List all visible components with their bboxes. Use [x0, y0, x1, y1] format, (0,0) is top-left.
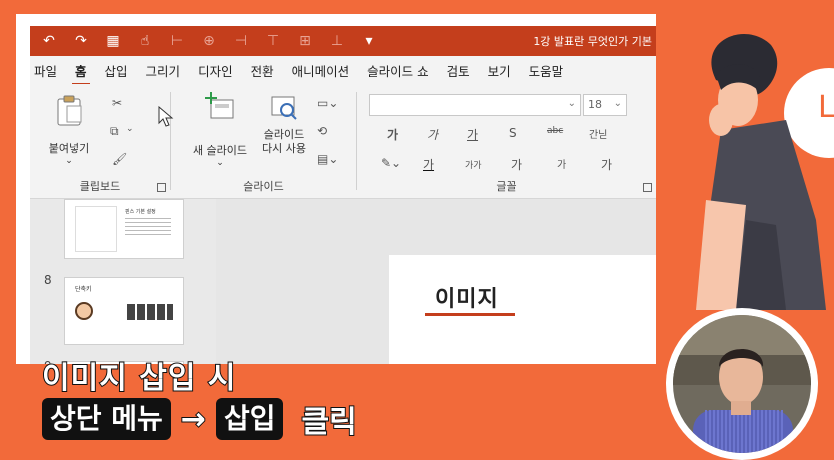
powerpoint-window: ↶ ↷ ▦ ☝ ⊢ ⊕ ⊣ ⊤ ⊞ ⊥ ▾ 1강 발표란 무엇인가 기본 파일 … — [16, 14, 656, 364]
reset-icon[interactable]: ⟲ — [317, 124, 327, 138]
slide-thumbnail-8[interactable]: 단축키 — [64, 277, 184, 345]
format-painter-icon[interactable]: 🖌 — [112, 152, 127, 166]
thumbnail-title: 단축키 — [75, 286, 92, 293]
clear-format-button[interactable]: 가 — [601, 156, 612, 173]
character-spacing-button[interactable]: 간닏 — [589, 126, 607, 141]
chevron-down-icon: ⌄ — [567, 98, 576, 109]
align-left-icon[interactable]: ⊢ — [164, 29, 190, 53]
slides-group: 새 슬라이드 ⌄ 슬라이드 다시 사용 ▭⌄ ⟲ ▤⌄ 슬라이드 — [171, 84, 356, 198]
tab-review[interactable]: 검토 — [445, 61, 472, 80]
reuse-slides-button[interactable]: 슬라이드 다시 사용 — [249, 92, 319, 156]
caption-line-2: 상단 메뉴 → 삽입 클릭 — [42, 397, 358, 441]
window-title: 1강 발표란 무엇인가 기본 — [533, 35, 652, 48]
title-underline — [425, 313, 515, 316]
section-icon[interactable]: ▤⌄ — [317, 152, 338, 166]
new-slide-label: 새 슬라이드 — [192, 144, 248, 157]
presenter-video — [673, 315, 811, 453]
tab-view[interactable]: 보기 — [486, 61, 513, 80]
thumbnail-title: 핀스 기본 설정 — [125, 209, 156, 215]
tab-slideshow[interactable]: 슬라이드 쇼 — [365, 61, 430, 80]
cut-icon[interactable]: ✂ — [112, 96, 122, 110]
title-bar: ↶ ↷ ▦ ☝ ⊢ ⊕ ⊣ ⊤ ⊞ ⊥ ▾ 1강 발표란 무엇인가 기본 — [30, 26, 656, 56]
thumbnail-content — [75, 206, 117, 252]
tab-transitions[interactable]: 전환 — [249, 61, 276, 80]
tab-help[interactable]: 도움말 — [527, 61, 566, 80]
webcam-video — [673, 315, 811, 453]
caption-click: 클릭 — [300, 404, 357, 441]
slides-group-label: 슬라이드 — [243, 180, 284, 193]
paste-button[interactable]: 붙여넣기 ⌄ — [44, 94, 94, 166]
caption-pill-insert: 삽입 — [215, 398, 284, 440]
thumbnail-content — [127, 304, 173, 320]
align-bottom-icon[interactable]: ⊥ — [324, 29, 350, 53]
tab-design[interactable]: 디자인 — [196, 61, 235, 80]
font-name-combobox[interactable]: ⌄ — [369, 94, 581, 116]
main-slide[interactable]: 이미지 — [389, 255, 656, 364]
underline-button[interactable]: 가 — [467, 126, 478, 143]
new-slide-icon — [205, 92, 234, 119]
grow-font-button[interactable]: 가 — [511, 156, 522, 173]
tab-home[interactable]: 홈 — [72, 61, 90, 86]
woman-illustration — [696, 33, 826, 310]
present-icon[interactable]: ▦ — [100, 29, 126, 53]
new-slide-button[interactable]: 새 슬라이드 ⌄ — [185, 92, 255, 168]
font-color-button[interactable]: 가 — [423, 156, 434, 173]
slide-thumbnails-pane[interactable]: 핀스 기본 설정 8 단축키 9 — [30, 199, 216, 364]
ribbon-tabs: 파일 홈 삽입 그리기 디자인 전환 애니메이션 슬라이드 쇼 검토 보기 도움… — [30, 56, 656, 86]
touch-mode-icon[interactable]: ☝ — [132, 29, 158, 53]
tab-animations[interactable]: 애니메이션 — [290, 61, 352, 80]
webcam-overlay — [666, 308, 818, 460]
tab-draw[interactable]: 그리기 — [144, 61, 183, 80]
italic-button[interactable]: 가 — [427, 126, 438, 143]
clipboard-group: 붙여넣기 ⌄ ✂ ⧉ ⌄ 🖌 클립보드 . — [30, 84, 170, 198]
tab-insert[interactable]: 삽입 — [103, 61, 130, 80]
reuse-slides-icon — [271, 96, 297, 120]
align-middle-icon[interactable]: ⊞ — [292, 29, 318, 53]
video-frame: ↶ ↷ ▦ ☝ ⊢ ⊕ ⊣ ⊤ ⊞ ⊥ ▾ 1강 발표란 무엇인가 기본 파일 … — [0, 0, 834, 460]
copy-chevron-icon[interactable]: ⌄ — [126, 124, 134, 134]
strikethrough-button[interactable]: abc — [547, 126, 563, 136]
slide-title: 이미지 — [435, 287, 499, 312]
font-size-combobox[interactable]: 18 ⌄ — [583, 94, 627, 116]
slide-number: 8 — [44, 273, 52, 287]
font-launcher-icon[interactable]: . — [643, 183, 652, 192]
align-center-icon[interactable]: ⊕ — [196, 29, 222, 53]
reuse-slides-label: 슬라이드 다시 사용 — [262, 128, 306, 155]
clipboard-icon — [57, 95, 82, 126]
shrink-font-button[interactable]: 가 — [557, 156, 566, 171]
clipboard-group-label: 클립보드 — [79, 180, 121, 193]
caption-line-1: 이미지 삽입 시 — [41, 360, 237, 397]
change-case-button[interactable]: 가가 — [465, 158, 482, 171]
copy-icon[interactable]: ⧉ — [110, 124, 119, 139]
arrow-right-icon: → — [180, 401, 207, 438]
chevron-down-icon: ⌄ — [216, 158, 224, 168]
layout-icon[interactable]: ▭⌄ — [317, 96, 338, 110]
shadow-button[interactable]: S — [509, 126, 517, 140]
font-group-label: 글꼴 — [496, 180, 517, 193]
font-size-value: 18 — [588, 98, 602, 111]
caption-pill-top-menu: 상단 메뉴 — [42, 398, 171, 440]
thumbnail-content — [125, 218, 171, 238]
undo-icon[interactable]: ↶ — [36, 29, 62, 53]
font-group: ⌄ 18 ⌄ 가 가 가 S abc 간닏 ✎⌄ 가 가가 가 가 가 글꼴 . — [357, 84, 656, 198]
tab-file[interactable]: 파일 — [32, 61, 59, 80]
highlight-icon[interactable]: ✎⌄ — [381, 156, 401, 170]
avatar — [75, 302, 93, 320]
chevron-down-icon: ⌄ — [613, 98, 622, 109]
paste-label: 붙여넣기 — [48, 142, 90, 155]
ribbon-home: 붙여넣기 ⌄ ✂ ⧉ ⌄ 🖌 클립보드 . 새 — [30, 84, 656, 199]
align-right-icon[interactable]: ⊣ — [228, 29, 254, 53]
customize-toolbar-icon[interactable]: ▾ — [356, 29, 382, 53]
redo-icon[interactable]: ↷ — [68, 29, 94, 53]
clipboard-launcher-icon[interactable]: . — [157, 183, 166, 192]
chevron-down-icon: ⌄ — [65, 156, 73, 166]
slide-thumbnail-7[interactable]: 핀스 기본 설정 — [64, 199, 184, 259]
align-top-icon[interactable]: ⊤ — [260, 29, 286, 53]
mouse-cursor-icon — [158, 106, 174, 127]
bold-button[interactable]: 가 — [387, 126, 398, 143]
